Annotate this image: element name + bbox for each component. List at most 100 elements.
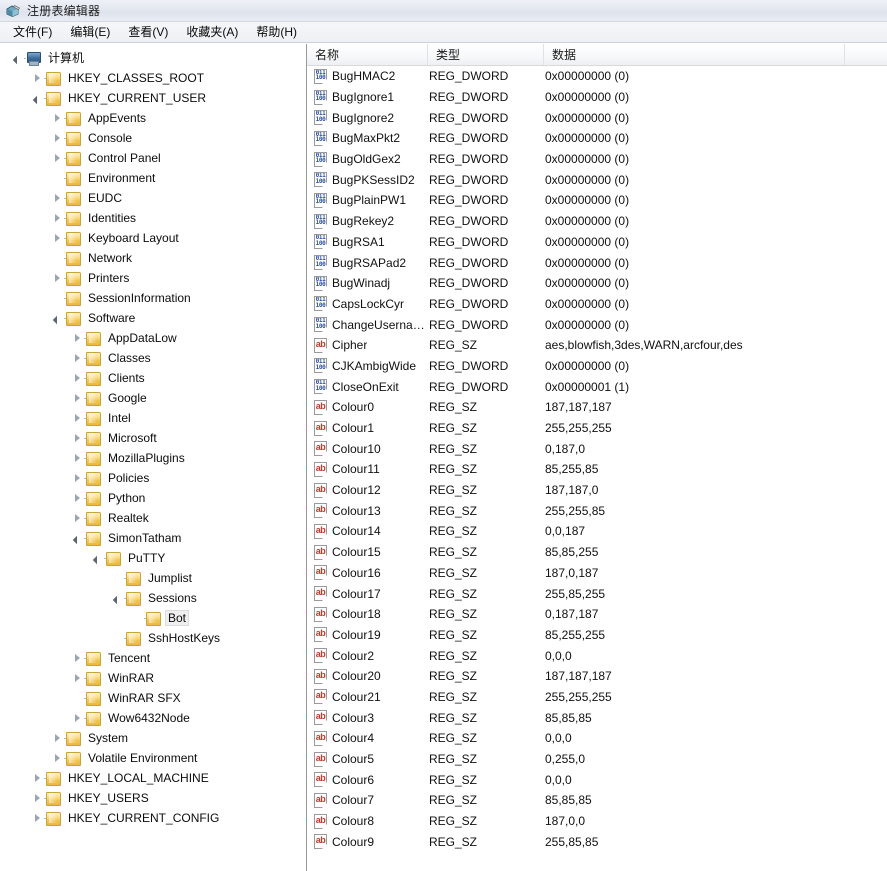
tree-expander-expanded-icon[interactable] (68, 530, 84, 546)
tree-expander-collapsed-icon[interactable] (48, 150, 64, 166)
tree-node-winrar[interactable]: WinRAR (0, 668, 306, 688)
value-row[interactable]: ab Colour9 REG_SZ 255,85,85 (307, 831, 887, 852)
menu-favorites[interactable]: 收藏夹(A) (177, 20, 247, 44)
tree-node-simontatham[interactable]: SimonTatham (0, 528, 306, 548)
menu-help[interactable]: 帮助(H) (247, 20, 306, 44)
tree-expander-collapsed-icon[interactable] (68, 450, 84, 466)
tree-node-tencent[interactable]: Tencent (0, 648, 306, 668)
value-row[interactable]: 011 100 BugRSA1 REG_DWORD 0x00000000 (0) (307, 232, 887, 253)
tree-node-sessioninformation[interactable]: SessionInformation (0, 288, 306, 308)
value-row[interactable]: ab Colour13 REG_SZ 255,255,85 (307, 500, 887, 521)
value-row[interactable]: 011 100 BugIgnore2 REG_DWORD 0x00000000 (0) (307, 107, 887, 128)
tree-expander-collapsed-icon[interactable] (48, 190, 64, 206)
tree-node-microsoft[interactable]: Microsoft (0, 428, 306, 448)
tree-expander-collapsed-icon[interactable] (68, 430, 84, 446)
tree-expander-collapsed-icon[interactable] (68, 330, 84, 346)
tree-node-keyboard-layout[interactable]: Keyboard Layout (0, 228, 306, 248)
value-row[interactable]: 011 100 BugHMAC2 REG_DWORD 0x00000000 (0) (307, 66, 887, 87)
tree-node-volatile-environment[interactable]: Volatile Environment (0, 748, 306, 768)
value-row[interactable]: ab Colour16 REG_SZ 187,0,187 (307, 563, 887, 584)
tree-node-system[interactable]: System (0, 728, 306, 748)
tree-node-console[interactable]: Console (0, 128, 306, 148)
tree-node-environment[interactable]: Environment (0, 168, 306, 188)
column-header-name[interactable]: 名称 (307, 44, 428, 65)
tree-expander-collapsed-icon[interactable] (28, 770, 44, 786)
menu-edit[interactable]: 编辑(E) (61, 20, 119, 44)
tree-expander-expanded-icon[interactable] (28, 90, 44, 106)
value-row[interactable]: ab Colour6 REG_SZ 0,0,0 (307, 769, 887, 790)
tree-node-[interactable]: 计算机 (0, 48, 306, 68)
tree-node-control-panel[interactable]: Control Panel (0, 148, 306, 168)
column-header-data[interactable]: 数据 (544, 44, 845, 65)
value-row[interactable]: ab Colour12 REG_SZ 187,187,0 (307, 480, 887, 501)
value-row[interactable]: ab Colour3 REG_SZ 85,85,85 (307, 707, 887, 728)
tree-expander-collapsed-icon[interactable] (68, 470, 84, 486)
value-row[interactable]: ab Colour8 REG_SZ 187,0,0 (307, 811, 887, 832)
tree-node-software[interactable]: Software (0, 308, 306, 328)
registry-values-pane[interactable]: 名称 类型 数据 011 100 BugHMAC2 REG_DWORD 0x000000… (307, 44, 887, 871)
tree-expander-collapsed-icon[interactable] (68, 370, 84, 386)
tree-node-python[interactable]: Python (0, 488, 306, 508)
tree-node-network[interactable]: Network (0, 248, 306, 268)
value-row[interactable]: 011 100 BugWinadj REG_DWORD 0x00000000 (0) (307, 273, 887, 294)
tree-expander-collapsed-icon[interactable] (68, 710, 84, 726)
value-row[interactable]: ab Colour17 REG_SZ 255,85,255 (307, 583, 887, 604)
tree-expander-collapsed-icon[interactable] (68, 490, 84, 506)
value-row[interactable]: ab Colour4 REG_SZ 0,0,0 (307, 728, 887, 749)
value-row[interactable]: ab Colour15 REG_SZ 85,85,255 (307, 542, 887, 563)
tree-expander-collapsed-icon[interactable] (68, 410, 84, 426)
tree-node-bot[interactable]: Bot (0, 608, 306, 628)
menu-view[interactable]: 查看(V) (119, 20, 177, 44)
tree-expander-expanded-icon[interactable] (48, 310, 64, 326)
value-row[interactable]: ab Colour20 REG_SZ 187,187,187 (307, 666, 887, 687)
tree-expander-collapsed-icon[interactable] (28, 810, 44, 826)
value-row[interactable]: ab Cipher REG_SZ aes,blowfish,3des,WARN,arc… (307, 335, 887, 356)
tree-expander-collapsed-icon[interactable] (48, 730, 64, 746)
registry-tree-pane[interactable]: 计算机 HKEY_CLASSES_ROOT HKEY_CURRENT_USER App… (0, 44, 307, 871)
tree-expander-expanded-icon[interactable] (8, 50, 24, 66)
tree-expander-collapsed-icon[interactable] (68, 510, 84, 526)
column-header-type[interactable]: 类型 (428, 44, 544, 65)
tree-node-hkey-current-user[interactable]: HKEY_CURRENT_USER (0, 88, 306, 108)
value-row[interactable]: ab Colour18 REG_SZ 0,187,187 (307, 604, 887, 625)
tree-node-jumplist[interactable]: Jumplist (0, 568, 306, 588)
tree-node-policies[interactable]: Policies (0, 468, 306, 488)
tree-expander-collapsed-icon[interactable] (48, 750, 64, 766)
tree-node-eudc[interactable]: EUDC (0, 188, 306, 208)
tree-node-putty[interactable]: PuTTY (0, 548, 306, 568)
tree-node-intel[interactable]: Intel (0, 408, 306, 428)
tree-expander-collapsed-icon[interactable] (28, 70, 44, 86)
tree-expander-collapsed-icon[interactable] (68, 650, 84, 666)
value-row[interactable]: 011 100 BugMaxPkt2 REG_DWORD 0x00000000 (0) (307, 128, 887, 149)
tree-expander-collapsed-icon[interactable] (68, 670, 84, 686)
tree-node-mozillaplugins[interactable]: MozillaPlugins (0, 448, 306, 468)
tree-expander-collapsed-icon[interactable] (68, 390, 84, 406)
tree-expander-expanded-icon[interactable] (88, 550, 104, 566)
tree-node-classes[interactable]: Classes (0, 348, 306, 368)
value-row[interactable]: ab Colour7 REG_SZ 85,85,85 (307, 790, 887, 811)
value-row[interactable]: 011 100 BugOldGex2 REG_DWORD 0x00000000 (0) (307, 149, 887, 170)
tree-expander-collapsed-icon[interactable] (48, 130, 64, 146)
tree-node-hkey-current-config[interactable]: HKEY_CURRENT_CONFIG (0, 808, 306, 828)
value-row[interactable]: ab Colour2 REG_SZ 0,0,0 (307, 645, 887, 666)
value-row[interactable]: ab Colour21 REG_SZ 255,255,255 (307, 687, 887, 708)
value-row[interactable]: 011 100 ChangeUserna… REG_DWORD 0x00000000 (… (307, 314, 887, 335)
tree-node-wow6432node[interactable]: Wow6432Node (0, 708, 306, 728)
tree-expander-collapsed-icon[interactable] (48, 230, 64, 246)
value-row[interactable] (307, 852, 887, 871)
tree-node-appdatalow[interactable]: AppDataLow (0, 328, 306, 348)
tree-node-sessions[interactable]: Sessions (0, 588, 306, 608)
value-row[interactable]: 011 100 BugPlainPW1 REG_DWORD 0x00000000 (0) (307, 190, 887, 211)
value-row[interactable]: 011 100 CloseOnExit REG_DWORD 0x00000001 (1) (307, 376, 887, 397)
tree-expander-collapsed-icon[interactable] (28, 790, 44, 806)
tree-node-realtek[interactable]: Realtek (0, 508, 306, 528)
tree-node-hkey-users[interactable]: HKEY_USERS (0, 788, 306, 808)
value-row[interactable]: ab Colour1 REG_SZ 255,255,255 (307, 418, 887, 439)
tree-node-printers[interactable]: Printers (0, 268, 306, 288)
value-row[interactable]: ab Colour5 REG_SZ 0,255,0 (307, 749, 887, 770)
tree-expander-collapsed-icon[interactable] (68, 350, 84, 366)
value-row[interactable]: 011 100 BugRSAPad2 REG_DWORD 0x00000000 (0) (307, 252, 887, 273)
value-row[interactable]: 011 100 BugRekey2 REG_DWORD 0x00000000 (0) (307, 211, 887, 232)
menu-file[interactable]: 文件(F) (4, 20, 61, 44)
tree-node-hkey-local-machine[interactable]: HKEY_LOCAL_MACHINE (0, 768, 306, 788)
